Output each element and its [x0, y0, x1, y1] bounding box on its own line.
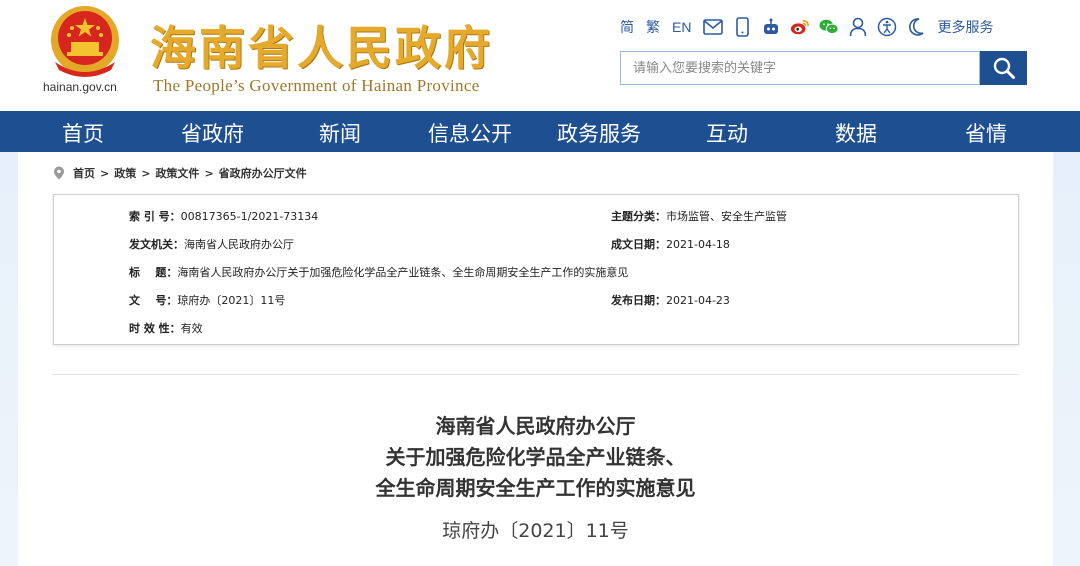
breadcrumb-policy-files[interactable]: 政策文件	[155, 165, 199, 181]
document-title-line3: 全生命周期安全生产工作的实施意见	[375, 476, 696, 500]
site-header: hainan.gov.cn 海南省人民政府 The People’s Gover…	[0, 0, 1080, 111]
breadcrumb-separator: >	[204, 166, 214, 180]
document-metadata-box: 索 引 号：00817365-1/2021-73134 主题分类：市场监管、安全…	[53, 194, 1019, 345]
nav-province-profile[interactable]: 省情	[965, 118, 1007, 148]
nav-data[interactable]: 数据	[835, 118, 877, 148]
site-url: hainan.gov.cn	[43, 80, 117, 94]
robot-icon[interactable]	[761, 17, 781, 37]
national-emblem-logo[interactable]	[45, 4, 125, 80]
lang-traditional-link[interactable]: 繁	[646, 17, 660, 37]
meta-validity: 时 效 性：有效	[129, 322, 203, 335]
document-number: 琼府办〔2021〕11号	[442, 520, 629, 542]
lang-english-link[interactable]: EN	[672, 19, 691, 35]
search-button[interactable]	[980, 51, 1027, 85]
wechat-icon[interactable]	[819, 17, 839, 37]
meta-index-number: 索 引 号：00817365-1/2021-73134	[129, 210, 319, 223]
more-services-link[interactable]: 更多服务	[937, 17, 993, 37]
meta-published-date: 发布日期：2021-04-23	[611, 294, 730, 307]
accessibility-icon[interactable]	[877, 17, 897, 37]
search-input[interactable]	[620, 51, 980, 85]
meta-created-date: 成文日期：2021-04-18	[611, 238, 730, 251]
weibo-icon[interactable]	[790, 17, 810, 37]
mobile-icon[interactable]	[732, 17, 752, 37]
main-nav: 首页 省政府 新闻 信息公开 政务服务 互动 数据 省情	[0, 111, 1080, 152]
nav-news[interactable]: 新闻	[319, 118, 361, 148]
user-icon[interactable]	[848, 17, 868, 37]
mail-icon[interactable]	[703, 17, 724, 37]
nav-interaction[interactable]: 互动	[706, 118, 748, 148]
site-title[interactable]: 海南省人民政府	[150, 12, 493, 78]
meta-topic: 主题分类：市场监管、安全生产监管	[611, 210, 787, 223]
meta-issuer: 发文机关：海南省人民政府办公厅	[129, 238, 294, 251]
nav-info-disclosure[interactable]: 信息公开	[428, 118, 512, 148]
breadcrumb-separator: >	[100, 166, 110, 180]
location-pin-icon	[54, 166, 64, 180]
main-content: 首页 > 政策 > 政策文件 > 省政府办公厅文件 索 引 号：00817365…	[18, 152, 1053, 566]
top-links: 简 繁 EN 更多服务	[620, 16, 993, 38]
breadcrumb-policy[interactable]: 政策	[114, 165, 136, 181]
search-icon	[993, 57, 1015, 79]
breadcrumb: 首页 > 政策 > 政策文件 > 省政府办公厅文件	[53, 165, 312, 181]
nav-home[interactable]: 首页	[62, 118, 104, 148]
breadcrumb-separator: >	[141, 166, 151, 180]
content-divider	[52, 374, 1019, 375]
meta-title: 标 题：海南省人民政府办公厅关于加强危险化学品全产业链条、全生命周期安全生产工作…	[129, 266, 629, 279]
site-title-english: The People’s Government of Hainan Provin…	[153, 76, 480, 95]
elder-mode-icon[interactable]	[906, 17, 926, 37]
nav-gov-services[interactable]: 政务服务	[557, 118, 641, 148]
nav-provincial-gov[interactable]: 省政府	[181, 118, 244, 148]
document-title-line2: 关于加强危险化学品全产业链条、	[385, 445, 686, 469]
breadcrumb-office-files[interactable]: 省政府办公厅文件	[219, 165, 307, 181]
breadcrumb-home[interactable]: 首页	[73, 165, 95, 181]
lang-simplified-link[interactable]: 简	[620, 17, 634, 37]
document-title-line1: 海南省人民政府办公厅	[435, 414, 636, 438]
meta-doc-number: 文 号：琼府办〔2021〕11号	[129, 294, 286, 307]
